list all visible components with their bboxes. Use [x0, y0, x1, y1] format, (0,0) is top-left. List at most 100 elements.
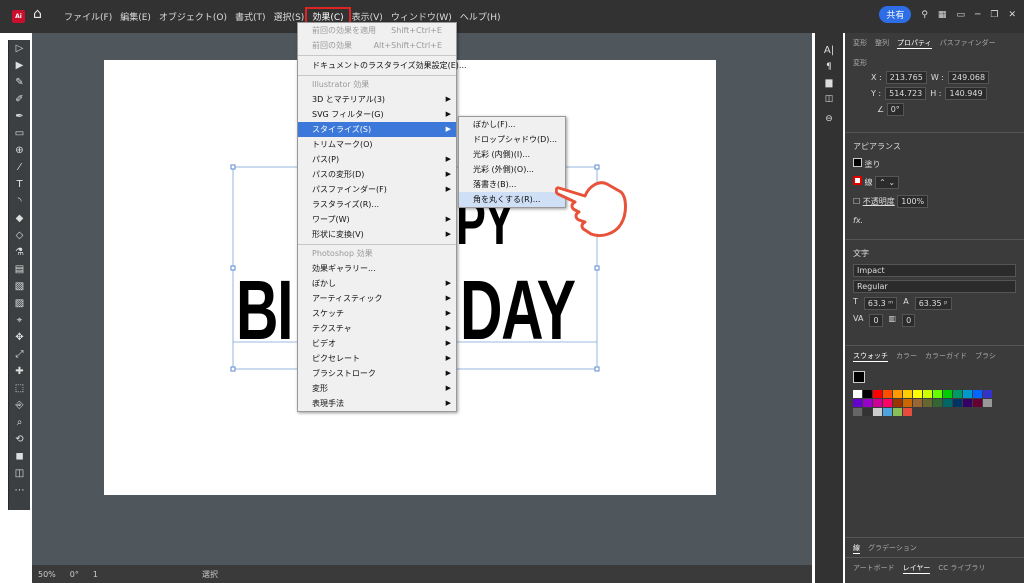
panel-tab[interactable]: カラーガイド [925, 351, 967, 362]
font-family-field[interactable]: Impact [853, 264, 1016, 277]
panel-tab[interactable]: ブラシ [975, 351, 996, 362]
kerning-field[interactable]: 0 [869, 314, 883, 327]
effect-menu-item[interactable]: パスファインダー(F) ▶ [298, 182, 456, 197]
stroke-weight-field[interactable]: ⌃ ⌄ [875, 176, 900, 189]
swatch[interactable] [983, 399, 992, 407]
effect-menu-item[interactable]: ピクセレート ▶ [298, 351, 456, 366]
swatch[interactable] [903, 399, 912, 407]
effect-menu-item[interactable]: ぼかし ▶ [298, 276, 456, 291]
effect-menu-item[interactable]: 表現手法 ▶ [298, 396, 456, 411]
swatch[interactable] [983, 390, 992, 398]
effect-menu-item[interactable]: ワープ(W) ▶ [298, 212, 456, 227]
effect-menu-item[interactable]: SVG フィルター(G) ▶ [298, 107, 456, 122]
effect-menu-item[interactable]: パス(P) ▶ [298, 152, 456, 167]
angle-field[interactable]: 0° [70, 570, 79, 579]
swatch[interactable] [943, 390, 952, 398]
panel-tab[interactable]: 線 [853, 543, 860, 554]
effect-menu-item[interactable]: ブラシストローク ▶ [298, 366, 456, 381]
font-size-field[interactable]: 63.3 ᵐ [863, 297, 898, 310]
panel-tab[interactable]: CC ライブラリ [938, 563, 985, 574]
effect-menu-item[interactable]: アーティスティック ▶ [298, 291, 456, 306]
panel-tab[interactable]: 整列 [875, 38, 889, 49]
fx-button[interactable]: fx. [853, 216, 1016, 225]
swatch[interactable] [953, 399, 962, 407]
effect-menu-item[interactable]: ビデオ ▶ [298, 336, 456, 351]
effect-menu-item[interactable]: 3D とマテリアル(3) ▶ [298, 92, 456, 107]
artwork-text-line2-left[interactable]: BI [236, 262, 293, 359]
h-field[interactable]: 140.949 [945, 87, 987, 100]
panel-tab[interactable]: カラー [896, 351, 917, 362]
swatch[interactable] [973, 399, 982, 407]
artwork-text-line2-right[interactable]: DAY [460, 262, 576, 359]
swatch[interactable] [853, 399, 862, 407]
panel-tab[interactable]: スウォッチ [853, 351, 888, 362]
swatch[interactable] [893, 399, 902, 407]
stylize-menu-item[interactable]: ぼかし(F)... [459, 117, 565, 132]
effect-menu-item[interactable]: ドキュメントのラスタライズ効果設定(E)... [298, 58, 467, 73]
opentype-icon[interactable]: ▆ [815, 78, 843, 88]
swatch[interactable] [903, 408, 912, 416]
panel-tab[interactable]: プロパティ [897, 38, 932, 49]
swatch[interactable] [923, 399, 932, 407]
swatch[interactable] [863, 399, 872, 407]
swatch[interactable] [893, 390, 902, 398]
panel-tab[interactable]: アートボード [853, 563, 895, 574]
swatch[interactable] [933, 399, 942, 407]
swatch[interactable] [963, 399, 972, 407]
swatch[interactable] [973, 390, 982, 398]
swatch[interactable] [943, 399, 952, 407]
stylize-menu-item[interactable]: 光彩 (外側)(O)... [459, 162, 565, 177]
swatch[interactable] [873, 399, 882, 407]
y-field[interactable]: 514.723 [885, 87, 927, 100]
effect-menu-item[interactable]: トリムマーク(O) [298, 137, 456, 152]
swatch[interactable] [913, 390, 922, 398]
panel-tab[interactable]: パスファインダー [940, 38, 996, 49]
tracking-field[interactable]: 0 [902, 314, 916, 327]
swatch[interactable] [883, 390, 892, 398]
links-icon[interactable]: ⊖ [815, 114, 843, 124]
swatch[interactable] [953, 390, 962, 398]
swatch[interactable] [853, 408, 862, 416]
swatch[interactable] [903, 390, 912, 398]
effect-menu-item[interactable]: 変形 ▶ [298, 381, 456, 396]
swatch[interactable] [873, 408, 882, 416]
swatch[interactable] [913, 399, 922, 407]
effect-menu-item[interactable]: スタイライズ(S) ▶ [298, 122, 456, 137]
page-field[interactable]: 1 [93, 570, 98, 579]
transform-icon[interactable]: ◫ [815, 94, 843, 104]
effect-menu-item[interactable]: スケッチ ▶ [298, 306, 456, 321]
swatch[interactable] [863, 390, 872, 398]
effect-menu-item[interactable]: 効果ギャラリー... [298, 261, 456, 276]
swatch[interactable] [863, 408, 872, 416]
paragraph-icon[interactable]: ¶ [815, 62, 843, 72]
swatch[interactable] [963, 390, 972, 398]
panel-tab[interactable]: グラデーション [868, 543, 917, 554]
effect-menu-item[interactable]: パスの変形(D) ▶ [298, 167, 456, 182]
stylize-menu-item[interactable]: 角を丸くする(R)... [459, 192, 565, 207]
effect-menu-item[interactable]: 前回の効果 Alt+Shift+Ctrl+E [298, 38, 456, 53]
fill-swatch[interactable] [853, 158, 862, 167]
swatch[interactable] [923, 390, 932, 398]
swatch[interactable] [873, 390, 882, 398]
effect-menu-item[interactable]: ラスタライズ(R)... [298, 197, 456, 212]
effect-menu-item[interactable]: テクスチャ ▶ [298, 321, 456, 336]
zoom-field[interactable]: 50% [38, 570, 56, 579]
swatch[interactable] [883, 399, 892, 407]
leading-field[interactable]: 63.35 ᵖ [914, 297, 952, 310]
font-style-field[interactable]: Regular [853, 280, 1016, 293]
swatch[interactable] [893, 408, 902, 416]
panel-tab[interactable]: 変形 [853, 38, 867, 49]
stroke-swatch[interactable] [853, 176, 862, 185]
angle-field[interactable]: 0° [886, 103, 904, 116]
swatch[interactable] [933, 390, 942, 398]
effect-menu-item[interactable]: 前回の効果を適用 Shift+Ctrl+E [298, 23, 456, 38]
stylize-menu-item[interactable]: ドロップシャドウ(D)... [459, 132, 565, 147]
opacity-field[interactable]: 100% [897, 195, 929, 208]
swatch[interactable] [853, 390, 862, 398]
panel-tab[interactable]: レイヤー [902, 563, 931, 574]
stylize-menu-item[interactable]: 落書き(B)... [459, 177, 565, 192]
effect-menu-item[interactable]: 形状に変換(V) ▶ [298, 227, 456, 242]
fill-stroke-indicator[interactable] [853, 371, 865, 383]
character-icon[interactable]: A| [815, 45, 843, 56]
swatch[interactable] [883, 408, 892, 416]
